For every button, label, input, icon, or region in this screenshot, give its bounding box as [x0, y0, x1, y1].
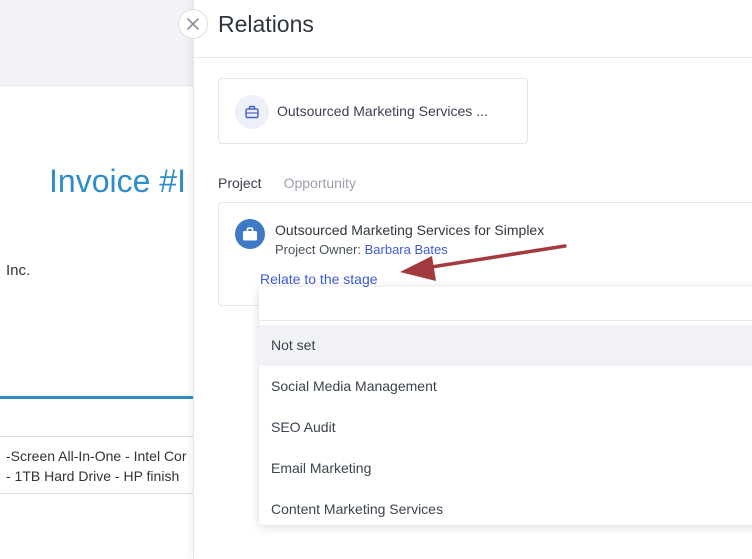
- project-owner: Project Owner: Barbara Bates: [275, 242, 448, 257]
- invoice-item-description-line: - 1TB Hard Drive - HP finish: [6, 468, 180, 484]
- briefcase-icon: [235, 219, 265, 249]
- project-title: Outsourced Marketing Services for Simple…: [275, 222, 545, 238]
- close-icon: [186, 17, 200, 31]
- panel-title: Relations: [218, 11, 314, 37]
- invoice-title: Invoice #I: [49, 163, 186, 199]
- relations-panel: Relations Outsourced Marketing Services …: [193, 0, 752, 559]
- invoice-item-description-line: -Screen All-In-One - Intel Cor: [6, 448, 187, 464]
- invoice-divider: [0, 396, 200, 399]
- stage-option-social-media-management[interactable]: Social Media Management: [259, 366, 752, 407]
- stage-option-seo-audit[interactable]: SEO Audit: [259, 407, 752, 448]
- tab-opportunity[interactable]: Opportunity: [284, 175, 356, 191]
- relation-type-tabs: Project Opportunity: [218, 175, 356, 191]
- stage-dropdown: Not set Social Media Management SEO Audi…: [259, 287, 752, 525]
- stage-search-input[interactable]: [259, 287, 752, 321]
- invoice-company-name: Inc.: [6, 262, 31, 279]
- stage-option-email-marketing[interactable]: Email Marketing: [259, 448, 752, 489]
- invoice-line-item-box: [0, 436, 200, 494]
- stage-option-content-marketing-services[interactable]: Content Marketing Services: [259, 489, 752, 525]
- invoice-header-bar: [0, 0, 200, 86]
- relate-to-stage-link[interactable]: Relate to the stage: [260, 271, 378, 287]
- briefcase-icon: [235, 95, 269, 129]
- related-entity-label: Outsourced Marketing Services ...: [277, 103, 488, 119]
- project-owner-label: Project Owner:: [275, 242, 361, 257]
- stage-option-not-set[interactable]: Not set: [259, 325, 752, 366]
- panel-header: Relations: [194, 0, 752, 58]
- close-panel-button[interactable]: [178, 9, 208, 39]
- tab-project[interactable]: Project: [218, 175, 262, 191]
- stage-options-list: Not set Social Media Management SEO Audi…: [259, 325, 752, 525]
- related-entity-card[interactable]: Outsourced Marketing Services ...: [218, 78, 528, 144]
- project-owner-link[interactable]: Barbara Bates: [365, 242, 448, 257]
